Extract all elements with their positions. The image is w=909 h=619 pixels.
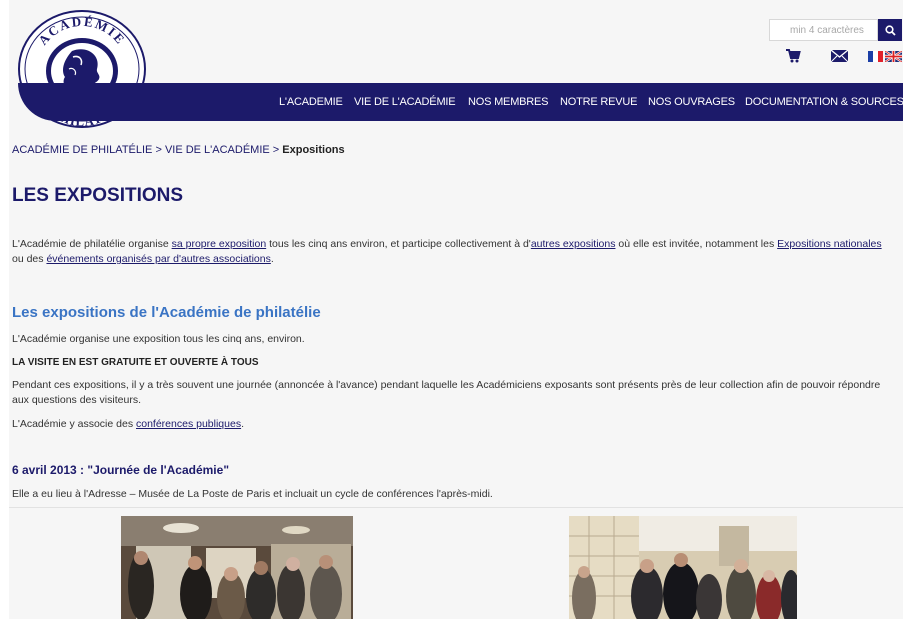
intro-text: L'Académie de philatélie organise: [12, 238, 172, 250]
nav-item-revue[interactable]: NOTRE REVUE: [560, 96, 637, 108]
section-free-visit: LA VISITE EN EST GRATUITE ET OUVERTE À T…: [12, 357, 259, 368]
p4-text: L'Académie y associe des: [12, 418, 136, 430]
link-other-events[interactable]: événements organisés par d'autres associ…: [46, 253, 270, 265]
search-icon: [884, 24, 896, 36]
event-title: 6 avril 2013 : "Journée de l'Académie": [12, 463, 230, 477]
breadcrumb: ACADÉMIE DE PHILATÉLIE > VIE DE L'ACADÉM…: [12, 144, 345, 156]
intro-text: tous les cinq ans environ, et participe …: [266, 238, 531, 250]
link-own-exhibition[interactable]: sa propre exposition: [172, 238, 267, 250]
breadcrumb-home[interactable]: ACADÉMIE DE PHILATÉLIE: [12, 144, 152, 156]
exhibition-photo-2[interactable]: [569, 516, 797, 619]
divider: [9, 507, 903, 508]
breadcrumb-separator: >: [152, 144, 165, 156]
search-button[interactable]: [878, 19, 902, 41]
link-public-conferences[interactable]: conférences publiques: [136, 418, 241, 430]
nav-item-academie[interactable]: L'ACADEMIE: [279, 96, 343, 108]
flag-uk-icon[interactable]: [885, 51, 902, 62]
breadcrumb-parent[interactable]: VIE DE L'ACADÉMIE: [165, 144, 270, 156]
breadcrumb-separator: >: [269, 144, 283, 156]
mail-icon[interactable]: [831, 50, 848, 62]
intro-text: ou des: [12, 253, 47, 265]
link-national-exhibitions[interactable]: Expositions nationales: [777, 238, 881, 250]
page: ACADÉMIE DE PHILATÉLIE L'ACAD: [9, 0, 903, 619]
section-title: Les expositions de l'Académie de philaté…: [12, 304, 321, 321]
intro-text: où elle est invitée, notamment les: [615, 238, 778, 250]
search-input[interactable]: [769, 19, 878, 41]
nav-item-vie-academie[interactable]: VIE DE L'ACADÉMIE: [354, 96, 456, 108]
nav-item-ouvrages[interactable]: NOS OUVRAGES: [648, 96, 735, 108]
event-description: Elle a eu lieu à l'Adresse – Musée de La…: [12, 488, 493, 500]
nav-item-membres[interactable]: NOS MEMBRES: [468, 96, 549, 108]
exhibition-photo-1[interactable]: [121, 516, 353, 619]
section-paragraph-1: L'Académie organise une exposition tous …: [12, 333, 305, 345]
cart-icon[interactable]: [785, 48, 801, 64]
page-title: LES EXPOSITIONS: [12, 185, 184, 206]
breadcrumb-current: Expositions: [282, 144, 345, 156]
flag-fr-icon[interactable]: [868, 51, 883, 62]
section-paragraph-4: L'Académie y associe des conférences pub…: [12, 417, 890, 432]
nav-item-documentation[interactable]: DOCUMENTATION & SOURCES: [745, 96, 903, 108]
section-paragraph-3: Pendant ces expositions, il y a très sou…: [12, 379, 881, 406]
link-other-exhibitions[interactable]: autres expositions: [531, 238, 616, 250]
intro-text: .: [270, 253, 274, 265]
p4-end: .: [241, 418, 244, 430]
intro-paragraph: L'Académie de philatélie organise sa pro…: [12, 237, 890, 267]
